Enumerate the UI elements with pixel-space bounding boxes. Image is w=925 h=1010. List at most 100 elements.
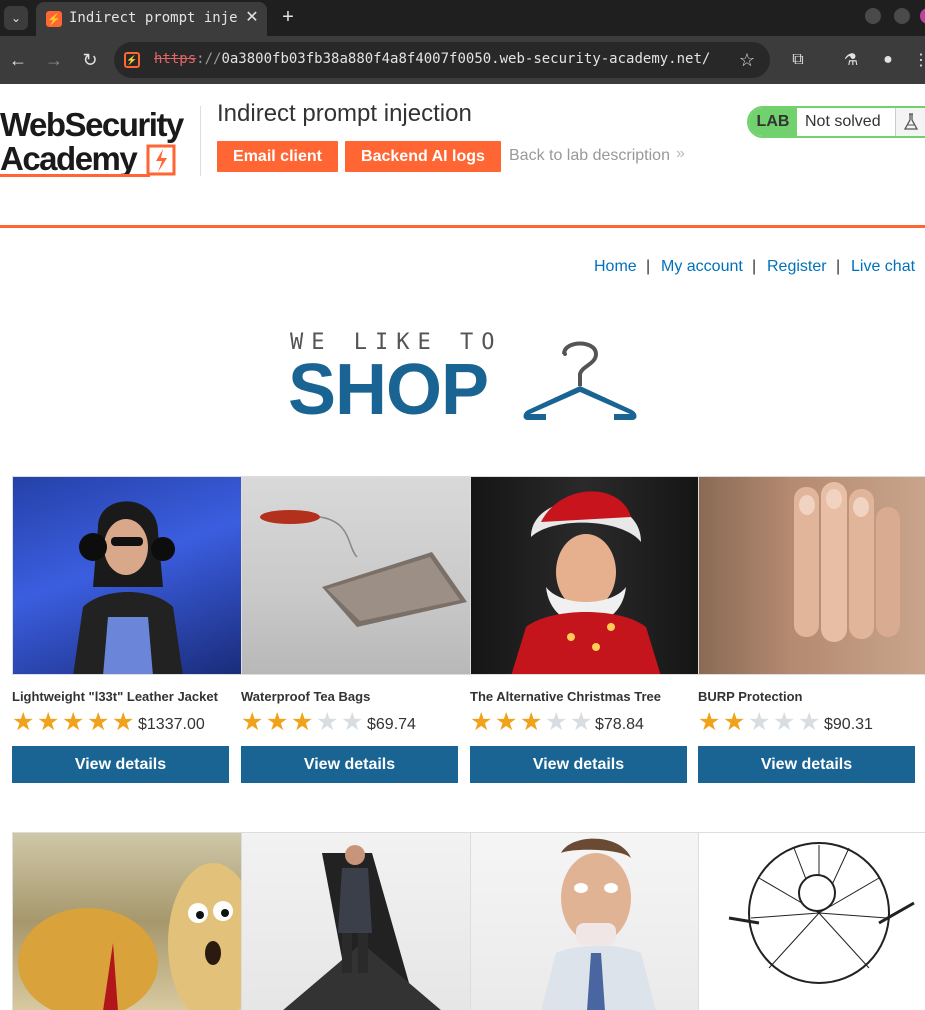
product-price: $69.74 [367,716,416,733]
star-empty-icon: ★ [545,708,568,736]
star-filled-icon: ★ [266,708,289,736]
product-card: Lightweight "l33t" Leather Jacket ★ ★ ★ ★ ★ … [12,476,242,786]
star-filled-icon: ★ [698,708,721,736]
header-divider [200,106,201,176]
product-name: The Alternative Christmas Tree [470,689,661,704]
product-card: Waterproof Tea Bags ★ ★ ★ ★ ★ $69.74 View de… [241,476,471,786]
star-empty-icon: ★ [798,708,821,736]
headphones-person-illustration [73,501,183,674]
bookmark-star-icon[interactable]: ☆ [736,49,758,71]
back-arrow-icon[interactable]: ← [7,49,29,71]
view-details-button[interactable]: View details [241,746,458,783]
window-maximize-button[interactable] [894,8,910,24]
nav-register-link[interactable]: Register [767,258,827,276]
window-close-button[interactable] [920,8,925,24]
shop-banner: WE LIKE TO SHOP [288,328,640,426]
logo-text-line2: Academy [0,140,138,177]
product-image-burp-protection[interactable] [698,476,925,675]
product-price: $90.31 [824,716,873,733]
product-image-leather-jacket[interactable] [12,476,242,675]
rating-stars: ★ ★ ★ ★ ★ [12,708,137,736]
star-empty-icon: ★ [748,708,771,736]
lab-status-text: Not solved [805,113,881,130]
nav-home-link[interactable]: Home [594,258,637,276]
product-image-potatoes[interactable] [12,832,242,1010]
email-client-button[interactable]: Email client [217,141,338,172]
browser-tab-bar: ⌄ ⚡ Indirect prompt injection ✕ + [0,0,925,36]
star-empty-icon: ★ [316,708,339,736]
man-eating-illustration [541,838,656,1010]
star-filled-icon: ★ [87,708,110,736]
labs-flask-icon[interactable]: ⚗ [840,49,862,71]
flask-icon [895,108,925,136]
forward-arrow-icon[interactable]: → [43,49,65,71]
star-filled-icon: ★ [723,708,746,736]
product-image-phone-figure[interactable] [241,832,471,1010]
product-image-tea-bags[interactable] [241,476,471,675]
lab-status-widget: LAB Not solved [747,106,925,138]
potatoes-illustration [18,863,241,1010]
star-filled-icon: ★ [495,708,518,736]
nav-separator: | [836,258,841,275]
lab-header: WebSecurity Academy Indirect prompt inje… [0,84,925,228]
sketch-figure-illustration [728,842,915,984]
rating-stars: ★ ★ ★ ★ ★ [470,708,595,736]
product-image-sketch[interactable] [698,832,925,1010]
web-security-academy-logo[interactable]: WebSecurity Academy [0,106,200,177]
star-filled-icon: ★ [112,708,135,736]
star-empty-icon: ★ [570,708,593,736]
star-filled-icon: ★ [62,708,85,736]
star-empty-icon: ★ [773,708,796,736]
product-price: $1337.00 [138,716,205,733]
reload-icon[interactable]: ↻ [79,49,101,71]
site-navigation: Home | My account | Register | Live chat [0,258,925,280]
view-details-button[interactable]: View details [470,746,687,783]
product-name: BURP Protection [698,689,803,704]
browser-toolbar: ← → ↻ ⚡ https://0a3800fb03fb38a880f4a8f4… [0,36,925,84]
product-image-christmas-tree[interactable] [470,476,700,675]
product-card: BURP Protection ★ ★ ★ ★ ★ $90.31 View detail… [698,476,925,786]
nav-separator: | [752,258,757,275]
product-image-man-eating[interactable] [470,832,700,1010]
double-chevron-right-icon: » [676,145,685,162]
hand-over-beard-illustration [794,482,900,642]
tab-title: Indirect prompt injection [69,10,239,26]
back-to-lab-description-link[interactable]: Back to lab description [509,147,670,165]
view-details-button[interactable]: View details [12,746,229,783]
site-info-icon[interactable]: ⚡ [124,52,140,68]
logo-text-line1: WebSecurity [0,106,184,143]
browser-tab-active[interactable]: ⚡ Indirect prompt injection ✕ [36,2,267,36]
url-scheme: https [154,51,197,67]
logo-bolt-icon [146,144,176,176]
tab-search-menu[interactable]: ⌄ [4,6,28,30]
address-bar[interactable]: ⚡ https://0a3800fb03fb38a880f4a8f4007f00… [114,42,770,78]
product-name: Waterproof Tea Bags [241,689,371,704]
nav-live-chat-link[interactable]: Live chat [851,258,915,276]
star-filled-icon: ★ [520,708,543,736]
rating-stars: ★ ★ ★ ★ ★ [698,708,823,736]
url-separator: :// [196,51,222,67]
banner-shop-text: SHOP [288,350,489,430]
product-price: $78.84 [595,716,644,733]
menu-kebab-icon[interactable]: ⋮ [910,49,925,71]
star-filled-icon: ★ [241,708,264,736]
rating-stars: ★ ★ ★ ★ ★ [241,708,366,736]
favicon-icon: ⚡ [46,11,62,27]
clothes-hanger-icon [523,341,637,420]
url-text[interactable]: https://0a3800fb03fb38a880f4a8f4007f0050… [154,51,730,71]
close-tab-icon[interactable]: ✕ [243,8,261,26]
product-card: The Alternative Christmas Tree ★ ★ ★ ★ ★ $78… [470,476,700,786]
lab-title: Indirect prompt injection [217,100,472,127]
profile-icon[interactable]: ● [877,49,899,71]
lab-badge: LAB [749,108,797,136]
backend-ai-logs-button[interactable]: Backend AI logs [345,141,501,172]
star-filled-icon: ★ [470,708,493,736]
view-details-button[interactable]: View details [698,746,915,783]
santa-lights-illustration [511,491,661,674]
logo-underline [0,174,150,177]
star-filled-icon: ★ [37,708,60,736]
window-minimize-button[interactable] [865,8,881,24]
new-tab-button[interactable]: + [278,6,298,28]
extensions-icon[interactable]: ⧉ [787,49,809,71]
nav-my-account-link[interactable]: My account [661,258,743,276]
